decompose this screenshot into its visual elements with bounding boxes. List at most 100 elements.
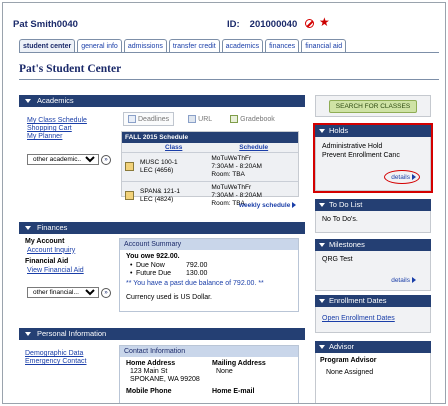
shopping-cart-link[interactable]: Shopping Cart [27,125,87,133]
todo-heading[interactable]: To Do List [315,199,431,211]
class-section: LEC (4824) [140,196,174,203]
home-email-label: Home E-mail [212,388,255,395]
open-enrollment-dates-link[interactable]: Open Enrollment Dates [322,315,424,322]
view-financial-aid-link[interactable]: View Financial Aid [27,267,84,276]
id-label: ID: [227,19,240,30]
holds-details-link[interactable]: details [391,173,416,182]
gradebook-shortcut[interactable]: Gradebook [226,112,279,126]
schedule-title: FALL 2015 Schedule [122,132,298,143]
home-address-line1: 123 Main St [130,368,168,375]
schedule-column-header[interactable]: Schedule [209,143,298,153]
student-center-page: Pat Smith0040 ID: 201000040 ★ student cen… [2,2,446,404]
star-icon[interactable]: ★ [319,15,330,29]
finances-links: My Account Account Inquiry Financial Aid… [25,238,84,275]
arrow-right-icon [292,202,297,209]
tab-divider [19,52,439,53]
gradebook-label: Gradebook [240,115,275,123]
finances-heading[interactable]: Finances [19,222,305,234]
academics-heading[interactable]: Academics [19,95,305,107]
holds-heading[interactable]: Holds [315,125,431,137]
tab-transfer-credit[interactable]: transfer credit [168,39,220,52]
url-label: URL [198,115,213,123]
weekly-schedule-label: weekly schedule [239,202,291,209]
account-summary-box: Account Summary You owe 922.00. • Due No… [119,238,299,312]
account-summary-title: Account Summary [120,239,298,250]
academics-section: Academics [19,95,305,107]
todo-section: To Do List No To Do's. [315,199,431,233]
milestones-details-link[interactable]: details [391,277,416,284]
tab-admissions[interactable]: admissions [123,39,167,52]
milestones-section: Milestones QRG Test details [315,239,431,291]
class-name[interactable]: MUSC 100-1 [140,159,207,167]
deadlines-shortcut[interactable]: Deadlines [123,112,175,126]
gradebook-icon [230,115,239,123]
enrollment-dates-section: Enrollment Dates Open Enrollment Dates [315,295,431,333]
milestones-heading[interactable]: Milestones [315,239,431,251]
other-academic-select[interactable]: other academic... [27,154,99,165]
schedule-table: Class Schedule MUSC 100-1 LEC (4656) MoT… [122,143,298,210]
class-schedule-box: FALL 2015 Schedule Class Schedule MUSC 1… [121,131,299,207]
tab-bar: student center general info admissions t… [19,39,347,52]
tab-student-center[interactable]: student center [19,39,76,52]
student-id: ID: 201000040 [227,19,297,30]
finances-section: Finances [19,222,305,234]
class-name[interactable]: SPAN& 121-1 [140,188,207,196]
my-class-schedule-link[interactable]: My Class Schedule [27,117,87,125]
page-title: Pat's Student Center [19,63,122,75]
other-financial-select[interactable]: other financial... [27,287,99,298]
calendar-icon [128,115,136,123]
url-shortcut[interactable]: URL [184,112,216,126]
home-address-line2: SPOKANE, WA 99208 [130,376,200,383]
contact-info-title: Contact Information [120,346,298,357]
advisor-value: None Assigned [326,369,374,376]
class-icon [125,190,134,200]
account-inquiry-link[interactable]: Account Inquiry [27,247,84,256]
arrow-right-icon [412,277,416,284]
my-planner-link[interactable]: My Planner [27,133,87,141]
emergency-contact-link[interactable]: Emergency Contact [25,358,86,366]
mobile-phone-label: Mobile Phone [126,388,172,395]
demographic-data-link[interactable]: Demographic Data [25,350,86,358]
financial-aid-label: Financial Aid [25,258,69,265]
contact-info-box: Contact Information Home Address 123 Mai… [119,345,299,403]
academics-links: My Class Schedule Shopping Cart My Plann… [27,117,87,141]
weekly-schedule-link[interactable]: weekly schedule [239,202,297,209]
no-entry-icon[interactable] [305,19,314,28]
search-button-panel: SEARCH FOR CLASSES [315,95,431,117]
deadlines-label: Deadlines [138,115,170,123]
currency-note: Currency used is US Dollar. [126,294,212,301]
academic-shortcuts: Deadlines URL Gradebook [123,112,279,126]
tab-academics[interactable]: academics [221,39,264,52]
class-room: Room: TBA [211,171,245,178]
academics-select-row: other academic... » [27,154,111,165]
holds-details-label: details [391,174,410,181]
hold-item: Prevent Enrollment Canc [322,152,400,159]
tab-finances[interactable]: finances [265,39,300,52]
my-account-label: My Account [25,238,65,245]
milestones-details-label: details [391,277,410,284]
future-due-value: 130.00 [186,270,208,277]
due-now-value: 792.00 [186,261,208,269]
tab-financial-aid[interactable]: financial aid [301,39,347,52]
class-icon [125,161,134,171]
student-name: Pat Smith0040 [13,19,78,30]
amount-owed: You owe 922.00. [126,253,180,260]
id-value: 201000040 [249,19,298,30]
arrow-right-icon [412,174,416,181]
finances-select-row: other financial... » [27,287,111,298]
academics-go-button[interactable]: » [101,154,111,165]
personal-info-heading[interactable]: Personal Information [19,328,305,340]
due-now-label: Due Now [136,261,165,269]
mailing-address-label: Mailing Address [212,360,266,367]
tab-general-info[interactable]: general info [77,39,122,52]
home-address-label: Home Address [126,360,176,367]
enrollment-dates-heading[interactable]: Enrollment Dates [315,295,431,307]
todo-empty-text: No To Do's. [322,216,358,223]
finances-go-button[interactable]: » [101,287,111,298]
class-column-header[interactable]: Class [138,143,209,153]
link-icon [188,115,197,123]
advisor-heading[interactable]: Advisor [315,341,431,353]
class-time: 7:30AM - 8:20AM [211,192,262,199]
milestone-item: QRG Test [322,256,353,263]
search-for-classes-button[interactable]: SEARCH FOR CLASSES [328,99,418,113]
